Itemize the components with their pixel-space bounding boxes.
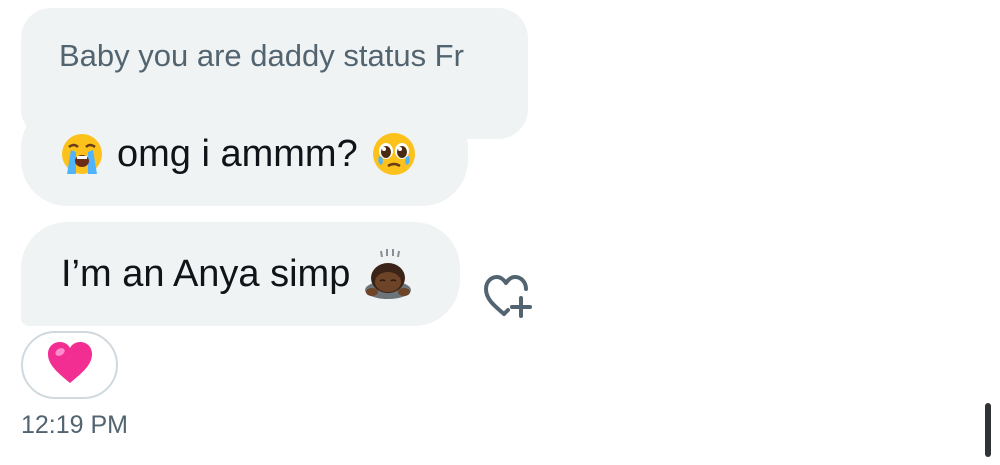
pink-heart-emoji <box>46 341 94 390</box>
message-bubble-2[interactable]: I’m an Anya simp <box>21 222 460 326</box>
reaction-pink-heart[interactable] <box>21 331 118 399</box>
person-bowing-emoji <box>364 248 412 300</box>
message-1-text: omg i ammm? <box>117 132 358 175</box>
heart-plus-icon[interactable] <box>482 272 534 320</box>
message-bubble-1[interactable]: omg i ammm? <box>21 102 468 206</box>
message-timestamp: 12:19 PM <box>21 411 129 439</box>
scrollbar-thumb[interactable] <box>985 403 991 457</box>
pleading-face-emoji <box>372 132 416 176</box>
sob-face-emoji <box>61 133 103 175</box>
quoted-message-text: Baby you are daddy status Fr <box>59 38 464 73</box>
message-2-text: I’m an Anya simp <box>61 252 351 295</box>
